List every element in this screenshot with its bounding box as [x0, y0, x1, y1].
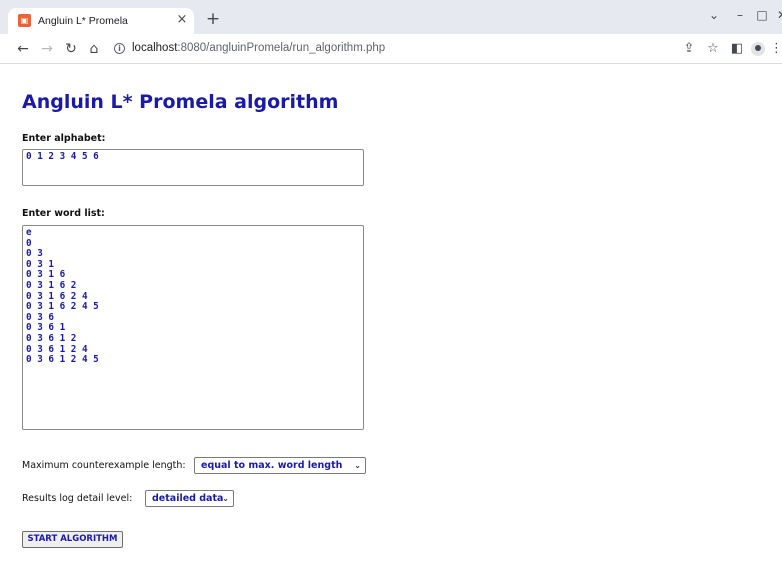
browser-tab[interactable]: ▣ Angluin L* Promela ×: [8, 8, 194, 34]
star-icon[interactable]: ☆: [704, 40, 722, 58]
detail-level-label: Results log detail level:: [22, 493, 133, 504]
favicon-icon: ▣: [18, 14, 31, 27]
new-tab-button[interactable]: +: [203, 10, 223, 30]
wordlist-input[interactable]: e 0 0 3 0 3 1 0 3 1 6 0 3 1 6 2 0 3 1 6 …: [22, 225, 364, 430]
info-icon[interactable]: i: [114, 43, 125, 54]
back-icon[interactable]: ←: [14, 39, 32, 59]
menu-icon[interactable]: ⋮: [770, 40, 782, 58]
minimize-icon[interactable]: –: [730, 6, 750, 24]
page-title: Angluin L* Promela algorithm: [22, 91, 339, 113]
reload-icon[interactable]: ↻: [62, 39, 80, 59]
wordlist-label: Enter word list:: [22, 208, 105, 219]
tab-strip: ▣ Angluin L* Promela × + ⌄ – □ ✕: [0, 0, 782, 34]
chevron-down-icon: ⌄: [222, 494, 229, 503]
url-host: localhost: [132, 42, 178, 54]
sidepanel-icon[interactable]: ◧: [728, 40, 746, 58]
max-cex-select[interactable]: equal to max. word length ⌄: [194, 457, 366, 474]
share-icon[interactable]: ⇪: [680, 40, 698, 58]
address-bar[interactable]: localhost:8080/angluinPromela/run_algori…: [132, 42, 385, 54]
start-algorithm-button[interactable]: START ALGORITHM: [22, 531, 123, 548]
chevron-down-icon: ⌄: [354, 461, 361, 470]
detail-level-select[interactable]: detailed data ⌄: [145, 490, 234, 507]
max-cex-label: Maximum counterexample length:: [22, 460, 186, 471]
detail-level-selected-value: detailed data: [152, 493, 224, 504]
alphabet-input[interactable]: 0 1 2 3 4 5 6: [22, 149, 364, 186]
chevron-down-icon[interactable]: ⌄: [704, 6, 724, 24]
url-path: :8080/angluinPromela/run_algorithm.php: [177, 42, 386, 54]
tab-close-icon[interactable]: ×: [174, 12, 190, 28]
home-icon[interactable]: ⌂: [85, 39, 103, 59]
maximize-icon[interactable]: □: [752, 6, 772, 24]
max-cex-selected-value: equal to max. word length: [201, 460, 343, 471]
address-toolbar: ← → ↻ ⌂ i localhost:8080/angluinPromela/…: [0, 34, 782, 64]
profile-icon[interactable]: [751, 42, 765, 56]
close-icon[interactable]: ✕: [772, 6, 782, 24]
alphabet-label: Enter alphabet:: [22, 133, 106, 144]
tab-title: Angluin L* Promela: [38, 15, 128, 27]
forward-icon[interactable]: →: [38, 39, 56, 59]
